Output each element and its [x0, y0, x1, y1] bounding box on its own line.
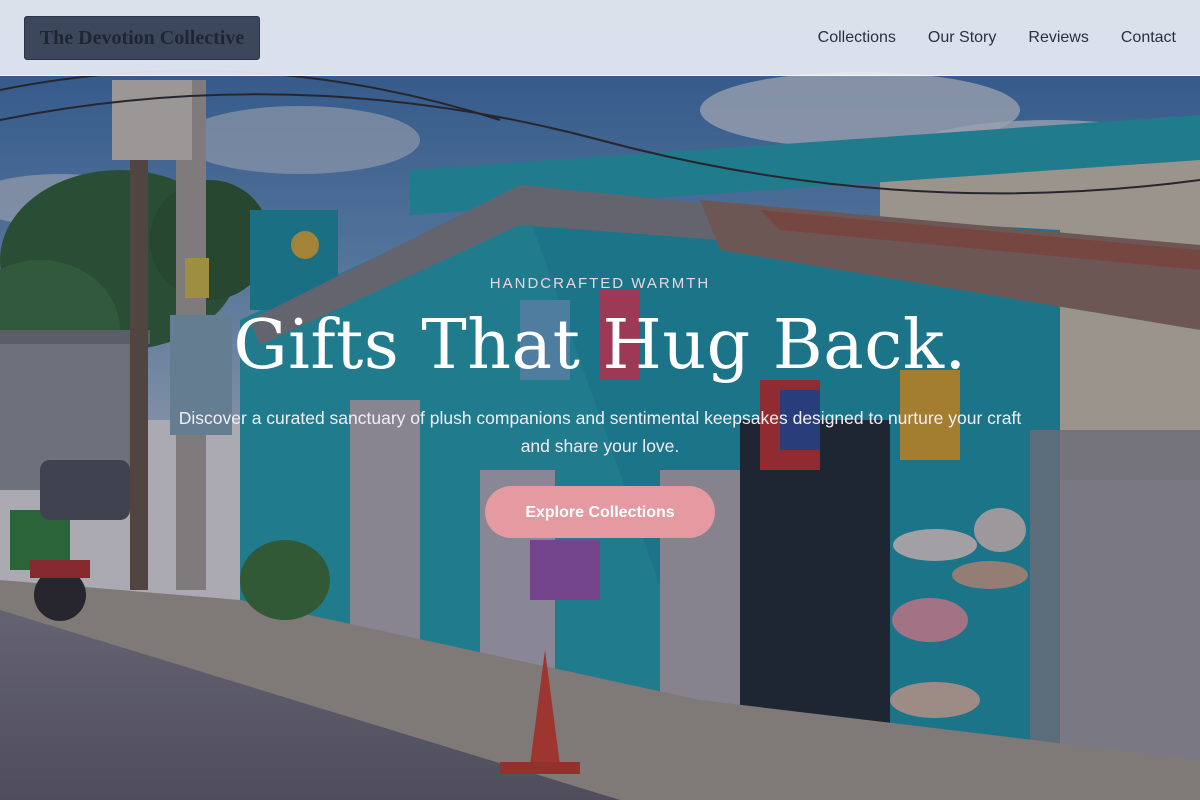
- hero-eyebrow: HANDCRAFTED WARMTH: [489, 275, 711, 292]
- nav-link-collections[interactable]: Collections: [818, 29, 896, 47]
- brand-logo[interactable]: The Devotion Collective: [24, 16, 260, 60]
- main-nav: Collections Our Story Reviews Contact: [818, 0, 1176, 76]
- explore-collections-button[interactable]: Explore Collections: [485, 486, 715, 538]
- hero-section: HANDCRAFTED WARMTH Gifts That Hug Back. …: [0, 270, 1200, 538]
- hero-subtitle: Discover a curated sanctuary of plush co…: [178, 408, 1022, 456]
- landing-page: The Devotion Collective Collections Our …: [0, 0, 1200, 800]
- hero-title: Gifts That Hug Back.: [233, 306, 967, 385]
- nav-link-reviews[interactable]: Reviews: [1028, 29, 1088, 47]
- site-header: The Devotion Collective Collections Our …: [0, 0, 1200, 76]
- nav-link-our-story[interactable]: Our Story: [928, 29, 996, 47]
- nav-link-contact[interactable]: Contact: [1121, 29, 1176, 47]
